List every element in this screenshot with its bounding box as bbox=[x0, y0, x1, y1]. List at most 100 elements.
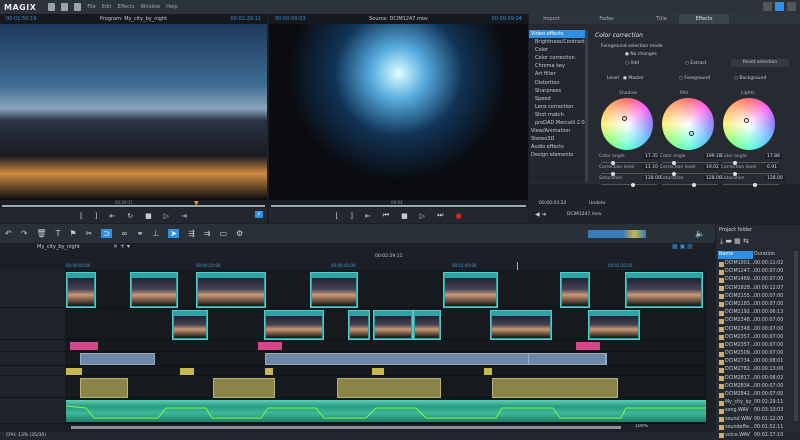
project-file-row[interactable]: song.WAV 00:03:10:03 bbox=[718, 407, 794, 415]
marker-icon[interactable]: ⚑ bbox=[69, 229, 76, 238]
music-clip[interactable] bbox=[492, 378, 618, 398]
correction-level-value[interactable]: 11.10 bbox=[643, 165, 660, 170]
track-header[interactable] bbox=[0, 270, 65, 308]
insert-icon[interactable]: ⊥ bbox=[152, 229, 159, 238]
effect-category-item[interactable]: Design elements bbox=[529, 151, 585, 159]
correction-level-value[interactable]: 19.02 bbox=[704, 165, 721, 170]
project-file-row[interactable]: DCIM2842... 00:00:07:00 bbox=[718, 391, 794, 399]
color-angle-value[interactable]: 17.88 bbox=[765, 154, 782, 159]
folder-toolbar-icons[interactable]: ⤓ ▬ ▦ ⇆ bbox=[720, 237, 749, 246]
video-clip[interactable] bbox=[443, 272, 498, 308]
pointer-icon[interactable]: ➤ bbox=[168, 229, 180, 238]
link-icon[interactable]: ∞ bbox=[121, 229, 128, 238]
correction-level-slider[interactable] bbox=[723, 171, 779, 176]
mark-in-icon[interactable]: [ bbox=[335, 212, 338, 220]
menu-edit[interactable]: Edit bbox=[102, 4, 112, 10]
trim-icon[interactable]: ⇉ bbox=[204, 229, 211, 238]
volume-envelope[interactable] bbox=[65, 400, 706, 422]
shadow-color-wheel[interactable] bbox=[601, 98, 653, 150]
timeline-ruler[interactable]: 00:02:29:11 00:00:00:00 00:00:20:00 00:00:… bbox=[0, 253, 715, 270]
record-icon[interactable]: ● bbox=[455, 212, 461, 220]
envelope-line[interactable] bbox=[65, 405, 706, 419]
slider-handle[interactable] bbox=[672, 160, 676, 165]
radio-background[interactable]: ○ Background bbox=[734, 76, 766, 81]
slider-handle[interactable] bbox=[611, 160, 615, 165]
video-clip[interactable] bbox=[490, 310, 552, 340]
range-icon[interactable]: ▭ bbox=[219, 229, 227, 238]
music-clip[interactable] bbox=[80, 378, 128, 398]
video-clip[interactable] bbox=[196, 272, 266, 308]
project-tab[interactable]: My_city_by_night bbox=[37, 244, 80, 250]
active-mode-icon[interactable] bbox=[775, 2, 784, 11]
folder-scrollbar[interactable] bbox=[794, 251, 798, 421]
project-file-row[interactable]: DCIM2734... 00:00:08:01 bbox=[718, 358, 794, 366]
project-file-row[interactable]: DCIM2192... 00:00:06:13 bbox=[718, 309, 794, 317]
undo-label[interactable]: Undo bbox=[589, 201, 601, 206]
column-duration-header[interactable]: Duration bbox=[754, 251, 792, 259]
effect-category-item[interactable]: Brightness/Contrast bbox=[529, 38, 585, 46]
effect-category-item[interactable]: Stereo3D bbox=[529, 135, 585, 143]
project-file-row[interactable]: DCIM2834... 00:00:07:00 bbox=[718, 383, 794, 391]
view-mode-icons[interactable]: ▦ ▣ ▤ bbox=[672, 243, 693, 250]
layout-icon[interactable] bbox=[763, 2, 772, 11]
project-file-row[interactable]: voice.WAV 00:02:37:10 bbox=[718, 432, 794, 440]
effect-category-item[interactable]: Color bbox=[529, 46, 585, 54]
timeline-scrollbar[interactable]: 100% bbox=[65, 424, 707, 431]
overlay-clip[interactable] bbox=[80, 353, 155, 365]
project-file-row[interactable]: DCIM2817... 00:00:08:02 bbox=[718, 375, 794, 383]
saturation-value[interactable]: 128.00 bbox=[765, 176, 785, 181]
music-clip[interactable] bbox=[213, 378, 275, 398]
mark-out-icon[interactable]: ] bbox=[350, 212, 353, 220]
project-file-row[interactable]: DCIM2155... 00:00:07:00 bbox=[718, 293, 794, 301]
effect-category-item[interactable]: Sharpness bbox=[529, 87, 585, 95]
source-scrubber[interactable]: 09:04 bbox=[269, 200, 528, 208]
tab-import[interactable]: Import bbox=[529, 14, 574, 24]
overlay-clip[interactable] bbox=[528, 353, 606, 365]
video-clip[interactable] bbox=[130, 272, 178, 308]
radio-foreground[interactable]: ○ Foreground bbox=[679, 76, 710, 81]
title-clip[interactable] bbox=[258, 342, 282, 350]
radio-master[interactable]: ● Master bbox=[623, 76, 644, 81]
text-clip[interactable] bbox=[66, 368, 82, 375]
video-clip[interactable] bbox=[310, 272, 358, 308]
project-file-row[interactable]: DCIM2183... 00:00:07:00 bbox=[718, 301, 794, 309]
redo-icon[interactable]: ↷ bbox=[21, 229, 28, 238]
mixer-icon[interactable]: ⚙ bbox=[236, 229, 243, 238]
correction-level-slider[interactable] bbox=[662, 171, 718, 176]
text-icon[interactable]: T bbox=[56, 229, 61, 238]
play-icon[interactable]: ▷ bbox=[164, 212, 169, 220]
stop-icon[interactable]: ■ bbox=[145, 212, 152, 220]
prev-marker-icon[interactable]: ⇤ bbox=[109, 212, 115, 220]
color-angle-value[interactable]: 17.35 bbox=[643, 154, 660, 159]
program-scrubber[interactable]: 00:29:11 ▼ bbox=[0, 200, 267, 208]
video-clip[interactable] bbox=[413, 310, 441, 340]
color-angle-slider[interactable] bbox=[662, 160, 718, 165]
delete-icon[interactable]: 🗑 bbox=[36, 229, 46, 238]
wheel-knob[interactable] bbox=[744, 117, 750, 123]
slider-handle[interactable] bbox=[692, 182, 696, 187]
menu-help[interactable]: Help bbox=[166, 4, 177, 10]
track-header[interactable] bbox=[0, 366, 65, 376]
track-header[interactable] bbox=[0, 308, 65, 340]
close-tab-icon[interactable]: × + ▾ bbox=[113, 243, 130, 250]
title-clip[interactable] bbox=[70, 342, 98, 350]
cut-icon[interactable]: ✂ bbox=[86, 229, 93, 238]
tab-fades[interactable]: Fades bbox=[584, 14, 629, 24]
project-file-row[interactable]: DCIM1469... 00:00:07:00 bbox=[718, 276, 794, 284]
music-clip[interactable] bbox=[337, 378, 441, 398]
track-header[interactable] bbox=[0, 376, 65, 398]
play-icon[interactable]: ▷ bbox=[420, 212, 425, 220]
project-file-row[interactable]: DCIM2348... 00:00:07:00 bbox=[718, 317, 794, 325]
audio-clip[interactable] bbox=[65, 400, 706, 422]
title-clip[interactable] bbox=[576, 342, 600, 350]
text-clip[interactable] bbox=[484, 368, 492, 375]
slider-handle[interactable] bbox=[733, 171, 737, 176]
prev-frame-icon[interactable]: ⏮ bbox=[383, 211, 389, 220]
reset-selection-button[interactable]: Reset selection bbox=[731, 59, 789, 67]
mid-color-wheel[interactable] bbox=[662, 98, 714, 150]
effect-category-item[interactable]: proDAD Mercalli 2.0 bbox=[529, 119, 585, 127]
undo-icon[interactable]: ↶ bbox=[5, 229, 12, 238]
project-file-row[interactable]: DCIM2782... 00:00:13:00 bbox=[718, 366, 794, 374]
project-file-row[interactable]: My_city_by_n...00:02:29:11 bbox=[718, 399, 794, 407]
scroll-thumb[interactable] bbox=[71, 426, 621, 429]
